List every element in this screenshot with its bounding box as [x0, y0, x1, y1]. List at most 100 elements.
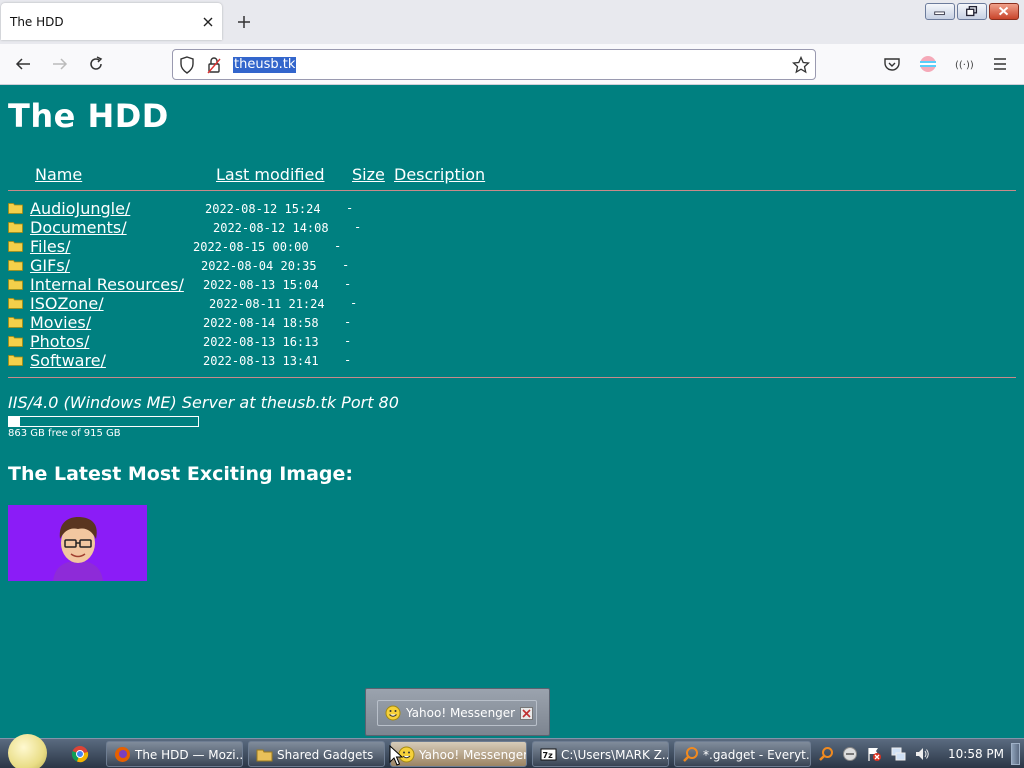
folder-link[interactable]: Internal Resources/ [30, 275, 184, 294]
task-label: C:\Users\MARK Z... [561, 748, 669, 762]
close-window-button[interactable] [989, 3, 1019, 20]
folder-icon [8, 222, 23, 233]
volume-icon[interactable] [914, 746, 930, 762]
extension-icon[interactable]: ((·)) [955, 55, 973, 73]
menu-icon[interactable] [991, 55, 1009, 73]
file-row: ISOZone/2022-08-11 21:24 - [8, 294, 708, 313]
browser-tab[interactable]: The HDD [1, 3, 222, 40]
new-tab-icon[interactable] [236, 14, 252, 30]
disk-usage-fill [9, 417, 20, 426]
folder-icon [8, 298, 23, 309]
disk-usage-label: 863 GB free of 915 GB [8, 428, 121, 439]
svg-text:((·)): ((·)) [955, 60, 973, 71]
file-row: Internal Resources/2022-08-13 15:04 - [8, 275, 708, 294]
file-size: - [350, 296, 358, 310]
folder-link[interactable]: ISOZone/ [30, 294, 104, 313]
column-name-link[interactable]: Name [35, 165, 82, 184]
folder-icon [8, 241, 23, 252]
file-row: Movies/2022-08-14 18:58 - [8, 313, 708, 332]
file-size: - [346, 201, 354, 215]
folder-icon [8, 260, 23, 271]
close-notification-icon[interactable] [520, 707, 533, 720]
file-size: - [354, 220, 362, 234]
7zip-icon: 7z [540, 748, 557, 761]
column-last-modified-link[interactable]: Last modified [216, 165, 324, 184]
folder-link[interactable]: AudioJungle/ [30, 199, 130, 218]
file-row: Documents/2022-08-12 14:08 - [8, 218, 708, 237]
url-text[interactable]: theusb.tk [233, 57, 297, 73]
last-modified: 2022-08-15 00:00 [193, 240, 309, 254]
back-icon[interactable] [14, 55, 32, 73]
footer-divider [8, 377, 1016, 378]
forward-icon[interactable] [51, 55, 69, 73]
pocket-icon[interactable] [883, 55, 901, 73]
column-description-link[interactable]: Description [394, 165, 485, 184]
folder-link[interactable]: Movies/ [30, 313, 91, 332]
chrome-icon[interactable] [71, 745, 89, 763]
folder-icon [8, 317, 23, 328]
task-7zip[interactable]: 7z C:\Users\MARK Z... [532, 741, 669, 767]
file-size: - [344, 334, 352, 348]
tab-title: The HDD [10, 15, 64, 29]
last-modified: 2022-08-13 13:41 [203, 354, 319, 368]
folder-link[interactable]: Photos/ [30, 332, 89, 351]
folder-icon [8, 279, 23, 290]
notification-item[interactable]: Yahoo! Messenger [377, 700, 537, 726]
folder-icon [8, 355, 23, 366]
restore-button[interactable] [957, 3, 987, 20]
latest-image-heading: The Latest Most Exciting Image: [8, 463, 353, 485]
folder-link[interactable]: Files/ [30, 237, 71, 256]
mouse-cursor [389, 745, 403, 766]
reload-icon[interactable] [87, 55, 105, 73]
network-icon[interactable] [890, 746, 906, 762]
folder-link[interactable]: GIFs/ [30, 256, 70, 275]
notification-text: Yahoo! Messenger [406, 706, 516, 720]
lock-icon[interactable] [207, 56, 221, 74]
smiley-tray-icon[interactable] [842, 746, 858, 762]
page-title: The HDD [8, 97, 169, 135]
file-row: GIFs/2022-08-04 20:35 - [8, 256, 708, 275]
column-size-link[interactable]: Size [352, 165, 385, 184]
last-modified: 2022-08-13 16:13 [203, 335, 319, 349]
start-button[interactable] [8, 734, 47, 768]
firefox-icon [115, 747, 130, 762]
close-tab-icon[interactable] [201, 15, 215, 29]
flag-alert-icon[interactable] [866, 746, 882, 762]
task-everything[interactable]: *.gadget - Everyt... [674, 741, 811, 767]
yahoo-messenger-icon [385, 705, 401, 721]
last-modified: 2022-08-13 15:04 [203, 278, 319, 292]
folder-link[interactable]: Software/ [30, 351, 106, 370]
file-size: - [344, 315, 352, 329]
task-label: Shared Gadgets [277, 748, 374, 762]
account-icon[interactable] [919, 55, 937, 73]
folder-icon [256, 749, 273, 762]
last-modified: 2022-08-04 20:35 [201, 259, 317, 273]
task-firefox[interactable]: The HDD — Mozi... [106, 741, 243, 767]
search-tray-icon[interactable] [818, 746, 834, 762]
file-row: Software/2022-08-13 13:41 - [8, 351, 708, 370]
page-content: The HDD Name Last modified Size Descript… [0, 85, 1024, 738]
bookmark-star-icon[interactable] [792, 56, 810, 74]
task-label: The HDD — Mozi... [135, 748, 243, 762]
magnifier-icon [683, 747, 698, 762]
file-size: - [344, 277, 352, 291]
task-label: Yahoo! Messenger [419, 748, 527, 762]
task-label: *.gadget - Everyt... [703, 748, 811, 762]
last-modified: 2022-08-11 21:24 [209, 297, 325, 311]
nav-toolbar: theusb.tk ((·)) [0, 44, 1024, 85]
header-divider [8, 190, 1016, 191]
task-shared-gadgets[interactable]: Shared Gadgets [248, 741, 385, 767]
minimize-button[interactable] [925, 3, 955, 20]
folder-icon [8, 336, 23, 347]
task-yahoo-messenger[interactable]: Yahoo! Messenger [390, 741, 527, 767]
show-desktop-button[interactable] [1011, 743, 1020, 765]
system-clock[interactable]: 10:58 PM [948, 747, 1004, 761]
file-row: Files/2022-08-15 00:00 - [8, 237, 708, 256]
disk-usage-bar [8, 416, 199, 427]
last-modified: 2022-08-12 14:08 [213, 221, 329, 235]
file-row: Photos/2022-08-13 16:13 - [8, 332, 708, 351]
shield-icon[interactable] [179, 56, 195, 74]
address-bar[interactable]: theusb.tk [172, 49, 816, 80]
folder-link[interactable]: Documents/ [30, 218, 127, 237]
file-row: AudioJungle/2022-08-12 15:24 - [8, 199, 708, 218]
